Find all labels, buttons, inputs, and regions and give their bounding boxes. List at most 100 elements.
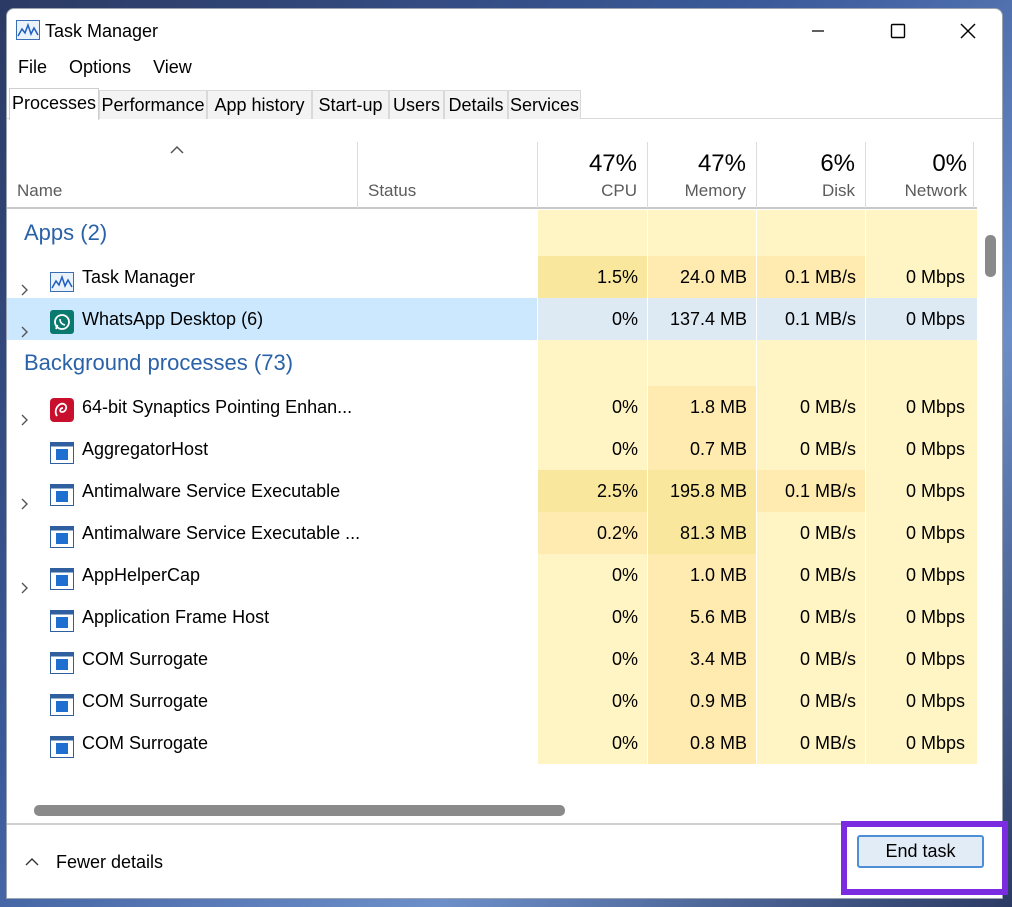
process-window-icon: [50, 605, 74, 632]
cpu-value: 0.2%: [538, 512, 647, 554]
table-row[interactable]: Application Frame Host 0% 5.6 MB 0 MB/s 0 Mb…: [7, 596, 977, 638]
tab-processes[interactable]: Processes: [9, 88, 99, 120]
menu-options[interactable]: Options: [58, 55, 142, 83]
tab-app-history[interactable]: App history: [207, 90, 312, 119]
table-row[interactable]: 64-bit Synaptics Pointing Enhan... 0% 1.8 …: [7, 386, 977, 428]
tab-details[interactable]: Details: [444, 90, 508, 119]
table-row[interactable]: Task Manager 1.5% 24.0 MB 0.1 MB/s 0 Mbps: [7, 256, 977, 298]
group-heat-cell: [648, 210, 756, 256]
disk-value: 0 MB/s: [757, 428, 865, 470]
column-name-label: Name: [17, 181, 63, 200]
process-name: Antimalware Service Executable: [82, 481, 341, 501]
chevron-right-icon[interactable]: [20, 312, 30, 338]
process-name: COM Surrogate: [82, 691, 209, 711]
disk-value: 0 MB/s: [757, 512, 865, 554]
menu-view[interactable]: View: [142, 55, 203, 83]
column-status[interactable]: Status: [358, 142, 538, 208]
table-row[interactable]: AggregatorHost 0% 0.7 MB 0 MB/s 0 Mbps: [7, 428, 977, 470]
disk-value: 0 MB/s: [757, 386, 865, 428]
process-name: WhatsApp Desktop (6): [82, 309, 264, 329]
process-name-cell: 64-bit Synaptics Pointing Enhan...: [7, 386, 537, 428]
tab-users[interactable]: Users: [389, 90, 444, 119]
memory-value: 5.6 MB: [648, 596, 756, 638]
chevron-right-icon[interactable]: [20, 270, 30, 296]
fewer-details-toggle[interactable]: Fewer details: [24, 849, 163, 875]
group-heat-cell: [538, 210, 647, 256]
tab-services[interactable]: Services: [508, 90, 581, 119]
process-name: COM Surrogate: [82, 733, 209, 753]
tab-strip: Processes Performance App history Start-…: [7, 88, 1002, 120]
network-value: 0 Mbps: [866, 256, 977, 298]
task-manager-icon: [50, 265, 74, 292]
cpu-value: 0%: [538, 596, 647, 638]
disk-value: 0 MB/s: [757, 554, 865, 596]
column-disk-label: Disk: [821, 181, 855, 200]
disk-value: 0 MB/s: [757, 680, 865, 722]
tab-performance[interactable]: Performance: [99, 90, 207, 119]
chevron-right-icon[interactable]: [20, 484, 30, 510]
memory-value: 0.7 MB: [648, 428, 756, 470]
chevron-up-icon: [25, 858, 39, 866]
process-name: 64-bit Synaptics Pointing Enhan...: [82, 397, 353, 417]
menu-bar: File Options View: [7, 55, 1002, 83]
process-name-cell: Task Manager: [7, 256, 537, 298]
highlight-box: [841, 821, 1008, 895]
network-value: 0 Mbps: [866, 428, 977, 470]
maximize-button[interactable]: [863, 9, 933, 53]
memory-value: 0.8 MB: [648, 722, 756, 764]
network-value: 0 Mbps: [866, 596, 977, 638]
close-button[interactable]: [933, 9, 1002, 53]
chevron-right-icon[interactable]: [20, 568, 30, 594]
group-background-title: Background processes (73): [24, 350, 294, 375]
group-apps[interactable]: Apps (2): [7, 210, 977, 256]
task-manager-window: Task Manager File Options View Processes…: [6, 8, 1003, 899]
column-memory-label: Memory: [684, 181, 746, 200]
column-network[interactable]: 0% Network: [866, 142, 977, 208]
chevron-right-icon[interactable]: [20, 400, 30, 426]
table-row[interactable]: COM Surrogate 0% 3.4 MB 0 MB/s 0 Mbps: [7, 638, 977, 680]
column-header-row: Name Status 47% CPU 47% Memory 6% Disk 0…: [7, 142, 977, 209]
memory-value: 81.3 MB: [648, 512, 756, 554]
cpu-value: 2.5%: [538, 470, 647, 512]
column-name[interactable]: Name: [7, 142, 357, 208]
network-value: 0 Mbps: [866, 554, 977, 596]
minimize-button[interactable]: [783, 9, 853, 53]
column-cpu[interactable]: 47% CPU: [538, 142, 647, 208]
fewer-details-label: Fewer details: [56, 851, 164, 872]
vertical-scrollbar-thumb[interactable]: [985, 235, 996, 277]
column-memory[interactable]: 47% Memory: [648, 142, 756, 208]
whatsapp-icon: [50, 307, 74, 334]
table-row[interactable]: AppHelperCap 0% 1.0 MB 0 MB/s 0 Mbps: [7, 554, 977, 596]
group-background[interactable]: Background processes (73): [7, 340, 977, 386]
memory-value: 1.0 MB: [648, 554, 756, 596]
table-row[interactable]: COM Surrogate 0% 0.8 MB 0 MB/s 0 Mbps: [7, 722, 977, 764]
cpu-total-percent: 47%: [588, 150, 637, 177]
tab-start-up[interactable]: Start-up: [312, 90, 389, 119]
column-disk[interactable]: 6% Disk: [757, 142, 865, 208]
group-heat-cell: [538, 340, 647, 386]
process-window-icon: [50, 647, 74, 674]
memory-value: 195.8 MB: [648, 470, 756, 512]
horizontal-scrollbar-thumb[interactable]: [34, 805, 565, 816]
process-window-icon: [50, 521, 74, 548]
memory-total-percent: 47%: [697, 150, 746, 177]
cpu-value: 0%: [538, 428, 647, 470]
disk-value: 0 MB/s: [757, 638, 865, 680]
cpu-value: 0%: [538, 680, 647, 722]
table-row[interactable]: Antimalware Service Executable 2.5% 195.8 …: [7, 470, 977, 512]
table-row[interactable]: Antimalware Service Executable ... 0.2% 81…: [7, 512, 977, 554]
network-value: 0 Mbps: [866, 722, 977, 764]
process-name: Task Manager: [82, 267, 196, 287]
group-heat-cell: [866, 210, 977, 256]
cpu-value: 0%: [538, 722, 647, 764]
menu-file[interactable]: File: [7, 55, 58, 83]
process-window-icon: [50, 479, 74, 506]
column-network-label: Network: [904, 181, 967, 200]
process-name: Application Frame Host: [82, 607, 270, 627]
table-row[interactable]: WhatsApp Desktop (6) 0% 137.4 MB 0.1 MB/s 0 …: [7, 298, 977, 340]
process-name: AppHelperCap: [82, 565, 201, 585]
network-value: 0 Mbps: [866, 680, 977, 722]
title-bar[interactable]: Task Manager: [7, 9, 1002, 55]
table-row[interactable]: COM Surrogate 0% 0.9 MB 0 MB/s 0 Mbps: [7, 680, 977, 722]
process-name: COM Surrogate: [82, 649, 209, 669]
